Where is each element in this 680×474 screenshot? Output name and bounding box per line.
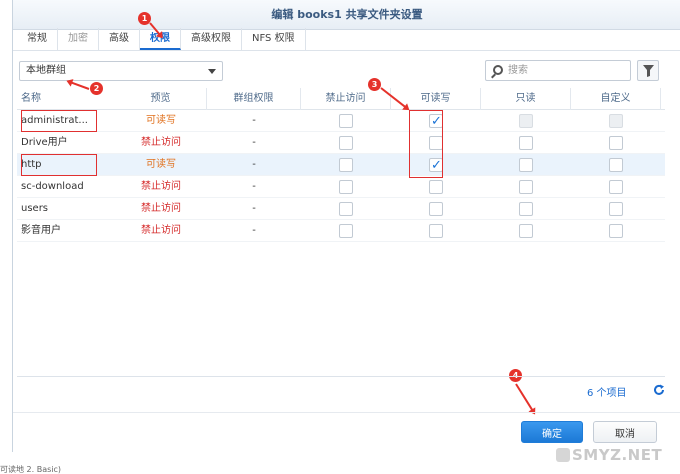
col-group-permissions[interactable]: 群组权限	[207, 88, 301, 110]
col-preview[interactable]: 预览	[115, 88, 207, 110]
annotation-highlight-administrators	[21, 110, 97, 132]
preview-status: 禁止访问	[141, 203, 181, 214]
custom-checkbox[interactable]	[609, 136, 623, 150]
preview-status: 可读写	[146, 115, 176, 126]
search-input[interactable]	[508, 63, 626, 78]
watermark-logo-icon	[556, 448, 570, 462]
table-row[interactable]: users 禁止访问 -	[17, 198, 665, 220]
dialog-footer-divider	[13, 412, 680, 413]
group-name: sc-download	[21, 181, 84, 192]
deny-access-checkbox[interactable]	[339, 136, 353, 150]
preview-status: 禁止访问	[141, 181, 181, 192]
dialog-title: 编辑 books1 共享文件夹设置	[13, 0, 680, 30]
group-permission-value: -	[252, 225, 256, 236]
grid-header: 名称 预览 群组权限 禁止访问 可读写 只读 自定义	[17, 88, 665, 110]
share-settings-dialog: 编辑 books1 共享文件夹设置 常规 加密 高级 权限 高级权限 NFS 权…	[12, 0, 680, 452]
tab-general[interactable]: 常规	[17, 28, 58, 50]
tab-advanced-permissions[interactable]: 高级权限	[181, 28, 242, 50]
group-name: users	[21, 203, 49, 214]
col-read-only[interactable]: 只读	[481, 88, 571, 110]
custom-checkbox[interactable]	[609, 180, 623, 194]
read-only-checkbox[interactable]	[519, 202, 533, 216]
col-deny-access[interactable]: 禁止访问	[301, 88, 391, 110]
read-only-checkbox[interactable]	[519, 136, 533, 150]
grid-footer-divider	[17, 376, 665, 377]
custom-checkbox[interactable]	[609, 158, 623, 172]
read-write-checkbox[interactable]	[429, 202, 443, 216]
preview-status: 禁止访问	[141, 225, 181, 236]
group-permission-value: -	[252, 115, 256, 126]
group-name: 影音用户	[21, 225, 61, 236]
filter-button[interactable]	[637, 60, 659, 81]
table-row[interactable]: 影音用户 禁止访问 -	[17, 220, 665, 242]
col-custom[interactable]: 自定义	[571, 88, 661, 110]
deny-access-checkbox[interactable]	[339, 224, 353, 238]
group-permission-value: -	[252, 159, 256, 170]
permissions-grid: 名称 预览 群组权限 禁止访问 可读写 只读 自定义 administrat..…	[17, 88, 665, 242]
background-page-text: 可读地 2. Basic)	[0, 465, 62, 474]
annotation-highlight-http	[21, 154, 97, 176]
refresh-icon[interactable]	[653, 384, 665, 396]
search-box[interactable]	[485, 60, 631, 81]
read-write-checkbox[interactable]	[429, 180, 443, 194]
item-count: 6 个项目	[587, 388, 627, 399]
tab-advanced[interactable]: 高级	[99, 28, 140, 50]
tab-divider	[13, 50, 680, 51]
annotation-badge-3: 3	[368, 78, 381, 91]
tab-nfs-permissions[interactable]: NFS 权限	[242, 28, 306, 50]
table-row[interactable]: administrat... 可读写 - ✓	[17, 110, 665, 132]
table-row[interactable]: sc-download 禁止访问 -	[17, 176, 665, 198]
table-row[interactable]: http 可读写 - ✓	[17, 154, 665, 176]
read-write-checkbox[interactable]	[429, 224, 443, 238]
group-permission-value: -	[252, 181, 256, 192]
deny-access-checkbox[interactable]	[339, 158, 353, 172]
group-permission-value: -	[252, 203, 256, 214]
preview-status: 可读写	[146, 159, 176, 170]
chevron-down-icon	[208, 69, 216, 74]
watermark: SMYZ.NET	[572, 446, 663, 464]
read-only-checkbox[interactable]	[519, 180, 533, 194]
cancel-button[interactable]: 取消	[593, 421, 657, 443]
custom-checkbox[interactable]	[609, 224, 623, 238]
read-only-checkbox[interactable]	[519, 158, 533, 172]
group-type-value: 本地群组	[26, 65, 66, 76]
group-name: Drive用户	[21, 137, 68, 148]
tab-encryption: 加密	[58, 28, 99, 50]
custom-checkbox[interactable]	[609, 202, 623, 216]
table-row[interactable]: Drive用户 禁止访问 -	[17, 132, 665, 154]
custom-checkbox	[609, 114, 623, 128]
group-permission-value: -	[252, 137, 256, 148]
search-icon	[493, 65, 503, 75]
annotation-highlight-read-write	[409, 110, 443, 178]
filter-icon	[643, 65, 654, 77]
read-only-checkbox[interactable]	[519, 224, 533, 238]
ok-button[interactable]: 确定	[521, 421, 583, 443]
group-type-select[interactable]: 本地群组	[19, 61, 223, 81]
annotation-arrow-4	[515, 383, 535, 414]
annotation-badge-2: 2	[90, 82, 103, 95]
deny-access-checkbox[interactable]	[339, 202, 353, 216]
preview-status: 禁止访问	[141, 137, 181, 148]
deny-access-checkbox[interactable]	[339, 114, 353, 128]
deny-access-checkbox[interactable]	[339, 180, 353, 194]
read-only-checkbox	[519, 114, 533, 128]
